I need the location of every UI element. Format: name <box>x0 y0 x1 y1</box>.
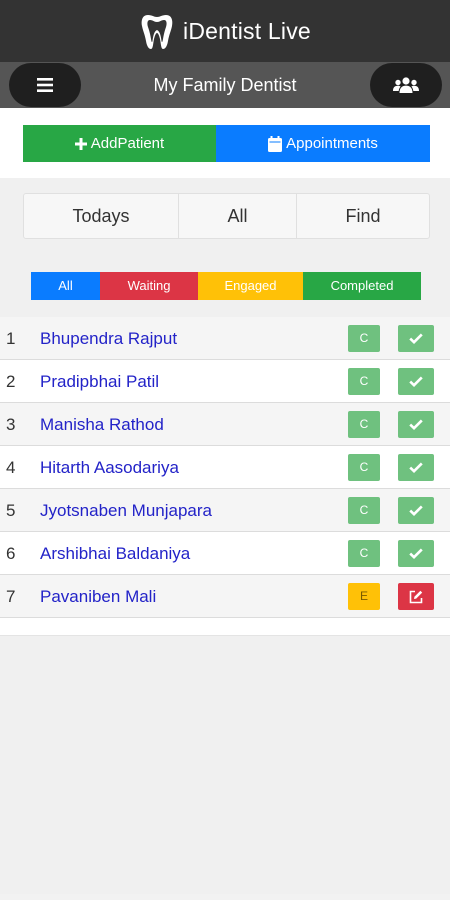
patient-row[interactable]: 2 Pradipbhai Patil C <box>0 360 450 403</box>
add-patient-button[interactable]: AddPatient <box>23 125 216 162</box>
filter-completed[interactable]: Completed <box>303 272 421 300</box>
view-tabs: Todays All Find <box>23 193 430 239</box>
patient-row[interactable]: 4 Hitarth Aasodariya C <box>0 446 450 489</box>
app-title: iDentist Live <box>183 17 311 44</box>
row-number: 5 <box>6 501 16 520</box>
filter-engaged[interactable]: Engaged <box>198 272 303 300</box>
status-badge[interactable]: E <box>348 583 380 610</box>
row-number: 1 <box>6 329 16 348</box>
status-badge[interactable]: C <box>348 325 380 352</box>
row-number: 3 <box>6 415 16 434</box>
status-badge[interactable]: C <box>348 454 380 481</box>
hamburger-icon <box>37 78 53 92</box>
complete-button[interactable] <box>398 454 434 481</box>
patient-list: 1 Bhupendra Rajput C 2 Pradipbhai Patil … <box>0 317 450 636</box>
complete-button[interactable] <box>398 540 434 567</box>
check-icon <box>409 548 423 559</box>
app-logo: iDentist Live <box>139 11 311 51</box>
patient-row[interactable]: 7 Pavaniben Mali E <box>0 575 450 618</box>
tab-find[interactable]: Find <box>297 194 429 238</box>
check-icon <box>409 333 423 344</box>
patient-name-link[interactable]: Pradipbhai Patil <box>40 360 159 403</box>
check-icon <box>409 376 423 387</box>
users-icon <box>393 77 419 93</box>
app-header: iDentist Live <box>0 0 450 62</box>
status-badge[interactable]: C <box>348 497 380 524</box>
complete-button[interactable] <box>398 497 434 524</box>
row-number: 4 <box>6 458 16 477</box>
patient-name-link[interactable]: Jyotsnaben Munjapara <box>40 489 212 532</box>
patient-row[interactable]: 5 Jyotsnaben Munjapara C <box>0 489 450 532</box>
patient-name-link[interactable]: Bhupendra Rajput <box>40 317 177 360</box>
patient-row[interactable]: 3 Manisha Rathod C <box>0 403 450 446</box>
tab-todays[interactable]: Todays <box>24 194 179 238</box>
patient-name-link[interactable]: Manisha Rathod <box>40 403 164 446</box>
status-badge[interactable]: C <box>348 411 380 438</box>
tab-all[interactable]: All <box>179 194 297 238</box>
row-number: 6 <box>6 544 16 563</box>
complete-button[interactable] <box>398 368 434 395</box>
subheader: My Family Dentist <box>0 62 450 108</box>
complete-button[interactable] <box>398 411 434 438</box>
filter-all[interactable]: All <box>31 272 100 300</box>
complete-button[interactable] <box>398 325 434 352</box>
check-icon <box>409 462 423 473</box>
patient-name-link[interactable]: Pavaniben Mali <box>40 575 156 618</box>
filter-waiting[interactable]: Waiting <box>100 272 198 300</box>
check-icon <box>409 419 423 430</box>
list-footer <box>0 618 450 636</box>
tooth-icon <box>141 15 173 49</box>
patient-name-link[interactable]: Hitarth Aasodariya <box>40 446 179 489</box>
edit-button[interactable] <box>398 583 434 610</box>
appointments-button[interactable]: Appointments <box>216 125 430 162</box>
add-patient-label: AddPatient <box>90 135 165 152</box>
plus-icon <box>74 137 87 150</box>
edit-icon <box>409 590 423 603</box>
patient-row[interactable]: 1 Bhupendra Rajput C <box>0 317 450 360</box>
status-badge[interactable]: C <box>348 368 380 395</box>
patient-row[interactable]: 6 Arshibhai Baldaniya C <box>0 532 450 575</box>
status-filter-bar: All Waiting Engaged Completed <box>31 272 421 300</box>
row-number: 2 <box>6 372 16 391</box>
action-bar: AddPatient Appointments <box>0 108 450 178</box>
patient-name-link[interactable]: Arshibhai Baldaniya <box>40 532 190 575</box>
status-badge[interactable]: C <box>348 540 380 567</box>
menu-button[interactable] <box>9 63 81 107</box>
calendar-icon <box>268 135 283 152</box>
check-icon <box>409 505 423 516</box>
users-button[interactable] <box>370 63 442 107</box>
appointments-label: Appointments <box>286 135 378 152</box>
row-number: 7 <box>6 587 16 606</box>
main-content: AddPatient Appointments Todays All Find … <box>0 108 450 894</box>
